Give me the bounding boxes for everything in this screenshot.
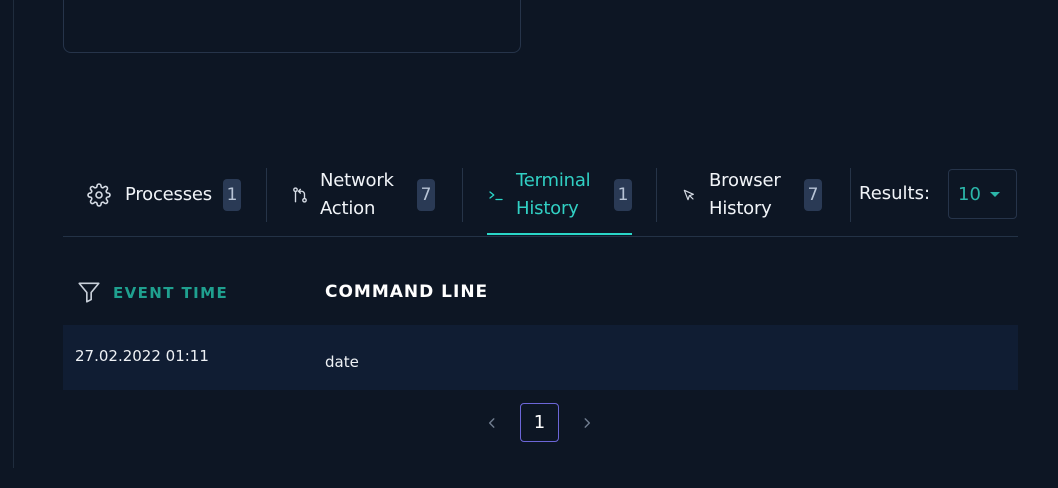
tab-label: Terminal History xyxy=(516,170,591,219)
command-line-cell: date xyxy=(325,353,359,371)
tab-count-badge: 1 xyxy=(614,179,632,211)
column-header-event-time[interactable]: EVENT TIME xyxy=(113,284,228,302)
table-row[interactable]: 27.02.2022 01:11 date xyxy=(63,325,1018,390)
filter-icon[interactable] xyxy=(76,279,102,305)
tab-label: Network Action xyxy=(320,170,394,219)
tab-divider xyxy=(656,168,657,222)
tab-count-badge: 1 xyxy=(223,179,241,211)
cursor-arrow-icon xyxy=(677,183,701,207)
tab-browser-history[interactable]: Browser History 7 xyxy=(677,165,822,225)
details-card xyxy=(63,0,521,53)
chevron-right-icon xyxy=(584,418,591,428)
git-branch-icon xyxy=(288,183,312,207)
tab-divider xyxy=(850,168,851,222)
tab-processes[interactable]: Processes 1 xyxy=(87,165,241,225)
results-value: 10 xyxy=(958,183,981,205)
results-per-page-select[interactable]: 10 xyxy=(948,169,1017,219)
tab-terminal-history[interactable]: Terminal History 1 xyxy=(484,165,632,225)
column-header-command-line[interactable]: COMMAND LINE xyxy=(325,282,488,302)
tab-count-badge: 7 xyxy=(417,179,435,211)
tab-count-badge: 7 xyxy=(804,179,822,211)
tab-divider xyxy=(462,168,463,222)
table-header: EVENT TIME COMMAND LINE xyxy=(63,268,1018,318)
next-page-button[interactable] xyxy=(567,403,607,443)
tab-label: Browser History xyxy=(709,170,781,219)
chevron-left-icon xyxy=(488,418,495,428)
event-time-cell: 27.02.2022 01:11 xyxy=(75,347,209,365)
left-divider xyxy=(13,0,14,468)
caret-down-icon xyxy=(990,192,1000,197)
tab-network-action[interactable]: Network Action 7 xyxy=(288,165,435,225)
tab-divider xyxy=(266,168,267,222)
previous-page-button[interactable] xyxy=(472,403,512,443)
tab-label: Processes xyxy=(125,184,212,205)
page-button-current[interactable]: 1 xyxy=(520,403,559,442)
results-label: Results: xyxy=(859,183,931,204)
tab-bar: Processes 1 Network Action 7 Terminal Hi… xyxy=(63,165,1018,237)
gear-icon xyxy=(87,183,111,207)
active-tab-indicator xyxy=(487,233,632,235)
terminal-icon xyxy=(484,183,508,207)
